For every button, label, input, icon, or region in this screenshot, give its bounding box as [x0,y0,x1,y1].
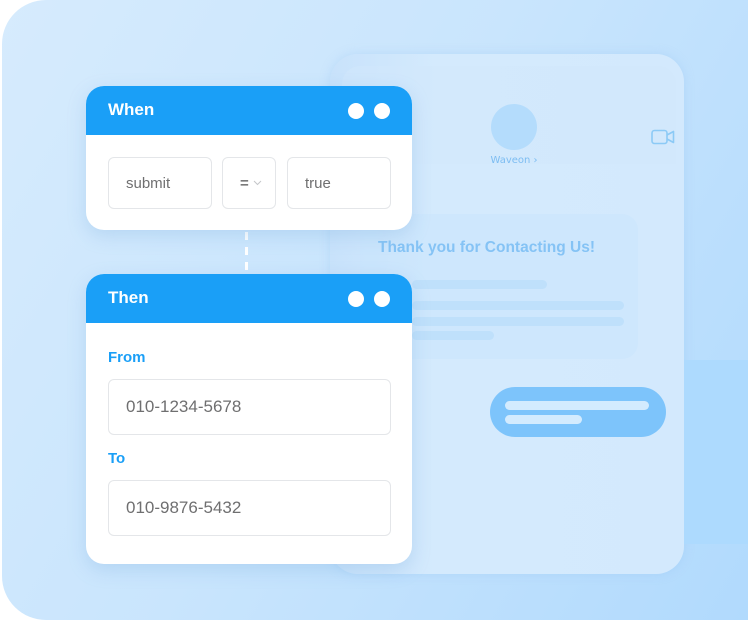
contact-avatar[interactable] [491,104,537,150]
window-dot[interactable] [374,291,390,307]
message-line [412,301,624,310]
to-label: To [108,450,126,467]
then-card-header: Then [86,274,412,323]
condition-value-input[interactable]: true [287,157,391,209]
window-dot[interactable] [374,103,390,119]
reply-bubble [490,387,666,437]
contact-name-link[interactable]: Waveon › [462,155,566,166]
message-line [412,317,624,326]
bubble-line [505,415,582,424]
from-label: From [108,349,146,366]
condition-field-value: submit [126,174,171,192]
when-card-header: When [86,86,412,135]
bubble-line [505,401,649,410]
to-phone-value: 010-9876-5432 [126,498,242,517]
background-panel-edge [684,360,748,544]
condition-value-text: true [305,174,331,192]
video-camera-icon[interactable] [651,129,675,145]
message-title: Thank you for Contacting Us! [378,239,595,256]
then-card: Then From 010-1234-5678 To 010-9876-5432 [86,274,412,564]
window-dot[interactable] [348,103,364,119]
chevron-down-icon [253,180,262,186]
to-phone-input[interactable]: 010-9876-5432 [108,480,391,536]
condition-field-input[interactable]: submit [108,157,212,209]
condition-operator-select[interactable]: = [222,157,276,209]
when-card: When submit = true [86,86,412,230]
message-line [412,331,494,340]
condition-operator-value: = [240,174,249,192]
when-card-title: When [108,100,155,119]
flow-connector [245,232,248,276]
from-phone-input[interactable]: 010-1234-5678 [108,379,391,435]
message-line [412,280,547,289]
window-dot[interactable] [348,291,364,307]
then-card-title: Then [108,288,149,307]
from-phone-value: 010-1234-5678 [126,397,242,416]
